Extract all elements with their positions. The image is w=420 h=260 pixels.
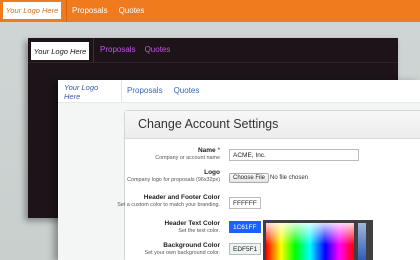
name-input[interactable]: ACME, Inc. — [229, 149, 359, 161]
header-footer-color-help: Set a custom color to match your brandin… — [117, 202, 220, 208]
header-footer-color-label: Header and Footer Color — [143, 194, 220, 201]
logo[interactable]: Your Logo Here — [64, 83, 116, 101]
background-color-help: Set your own background color. — [144, 250, 220, 256]
nav-proposals[interactable]: Proposals — [127, 86, 163, 95]
nav-proposals[interactable]: Proposals — [100, 45, 136, 54]
nav-proposals[interactable]: Proposals — [72, 6, 108, 15]
main-nav: Proposals Quotes — [100, 45, 170, 54]
logo-label: Logo — [204, 169, 220, 176]
main-nav: Proposals Quotes — [127, 86, 199, 95]
window-light: Your Logo Here Proposals Quotes Change A… — [58, 80, 420, 260]
header-text-color-label: Header Text Color — [164, 220, 220, 227]
header-divider — [121, 80, 122, 102]
window-orange-header: Your Logo Here Proposals Quotes — [0, 0, 420, 22]
header-separator — [28, 62, 398, 63]
nav-quotes[interactable]: Quotes — [145, 45, 171, 54]
header-text-color-input[interactable]: 1C61FF — [229, 221, 261, 233]
file-status: No file chosen — [270, 175, 309, 181]
background-color-label: Background Color — [163, 242, 220, 249]
color-spectrum[interactable] — [266, 223, 354, 260]
nav-quotes[interactable]: Quotes — [174, 86, 200, 95]
logo-help: Company logo for proposals (96x32px) — [127, 177, 220, 183]
header-footer-color-input[interactable]: FFFFFF — [229, 197, 261, 209]
nav-quotes[interactable]: Quotes — [119, 6, 145, 15]
page-title: Change Account Settings — [138, 117, 279, 131]
background-color-input[interactable]: EDF5F1 — [229, 243, 261, 255]
logo[interactable]: Your Logo Here — [3, 2, 61, 19]
panel-header: Change Account Settings — [125, 111, 420, 139]
main-nav: Proposals Quotes — [72, 6, 144, 15]
header-text-color-help: Set the text color. — [178, 228, 220, 234]
header-divider — [66, 0, 67, 22]
choose-file-button[interactable]: Choose File — [229, 173, 270, 183]
header-divider — [93, 38, 94, 62]
logo[interactable]: Your Logo Here — [31, 42, 89, 60]
brightness-slider[interactable] — [358, 223, 366, 260]
color-picker[interactable] — [263, 220, 373, 260]
required-mark: * — [217, 147, 220, 154]
name-help: Company or account name — [155, 155, 220, 161]
name-label: Name * — [197, 147, 220, 154]
